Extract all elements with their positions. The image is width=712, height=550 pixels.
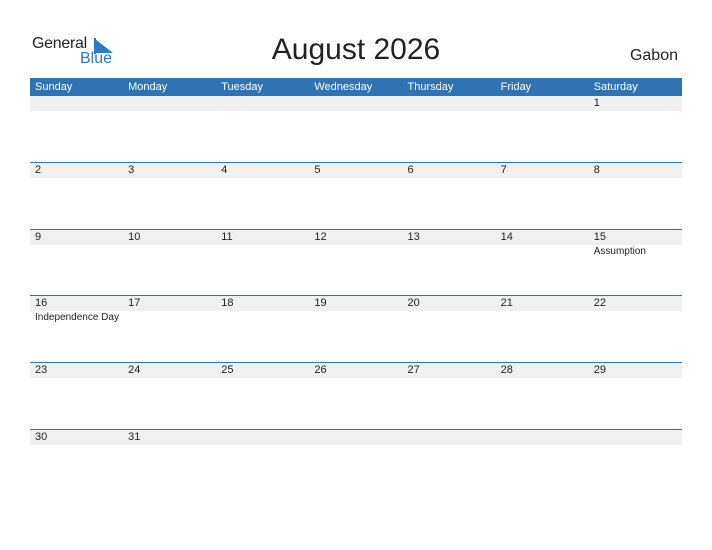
date-strip: 30 31 [30, 430, 682, 445]
week-row: 16 17 18 19 20 21 22 Independence Day [30, 295, 682, 325]
day-number: 20 [407, 297, 420, 309]
day-number: 5 [314, 164, 321, 176]
holiday-label [123, 245, 216, 259]
weekday-wednesday: Wednesday [314, 81, 373, 93]
day-number [216, 96, 309, 111]
day-number [309, 430, 402, 445]
day-number: 8 [593, 164, 600, 176]
date-strip: 2 3 4 5 6 7 8 [30, 163, 682, 178]
holiday-label [496, 311, 589, 325]
holiday-row: Assumption [30, 245, 682, 259]
week-row: 1 [30, 96, 682, 111]
holiday-label [403, 245, 496, 259]
page-title: August 2026 [271, 33, 441, 66]
day-number [403, 430, 496, 445]
day-number: 15 [593, 231, 606, 243]
holiday-label [309, 311, 402, 325]
holiday-label [30, 245, 123, 259]
day-number: 7 [500, 164, 507, 176]
weekday-tuesday: Tuesday [221, 81, 264, 93]
day-number [30, 96, 123, 111]
week-row: 30 31 [30, 429, 682, 445]
country-label: Gabon [629, 47, 678, 64]
weekday-thursday: Thursday [407, 81, 454, 93]
holiday-label: Assumption [593, 246, 646, 257]
week-row: 2 3 4 5 6 7 8 [30, 162, 682, 178]
holiday-label [216, 245, 309, 259]
day-number: 14 [500, 231, 513, 243]
day-number [589, 430, 682, 445]
weekday-header: Sunday Monday Tuesday Wednesday Thursday… [30, 78, 682, 96]
day-number: 11 [221, 231, 233, 243]
day-number: 2 [35, 164, 42, 176]
date-strip: 16 17 18 19 20 21 22 [30, 296, 682, 311]
day-number: 1 [593, 97, 600, 109]
day-number: 18 [221, 297, 234, 309]
day-number: 28 [500, 364, 513, 376]
day-number: 16 [35, 297, 48, 309]
day-number [309, 96, 402, 111]
holiday-row: Independence Day [30, 311, 682, 325]
day-number: 22 [593, 297, 606, 309]
day-number [216, 430, 309, 445]
day-number [496, 430, 589, 445]
date-strip: 1 [30, 96, 682, 111]
holiday-label: Independence Day [35, 312, 119, 323]
day-number [403, 96, 496, 111]
week-row: 23 24 25 26 27 28 29 [30, 362, 682, 378]
day-number: 6 [407, 164, 414, 176]
week-row: 9 10 11 12 13 14 15 Assumption [30, 229, 682, 259]
holiday-label [589, 311, 682, 325]
day-number: 17 [128, 297, 141, 309]
day-number: 10 [128, 231, 141, 243]
day-number: 4 [221, 164, 228, 176]
weekday-friday: Friday [500, 81, 532, 93]
day-number: 3 [128, 164, 135, 176]
holiday-label [309, 245, 402, 259]
day-number [496, 96, 589, 111]
day-number: 24 [128, 364, 141, 376]
day-number [123, 96, 216, 111]
day-number: 26 [314, 364, 327, 376]
weekday-saturday: Saturday [593, 81, 638, 93]
day-number: 30 [35, 431, 48, 443]
date-strip: 23 24 25 26 27 28 29 [30, 363, 682, 378]
day-number: 21 [500, 297, 513, 309]
holiday-label [496, 245, 589, 259]
day-number: 13 [407, 231, 420, 243]
holiday-label [216, 311, 309, 325]
holiday-label [123, 311, 216, 325]
day-number: 19 [314, 297, 327, 309]
holiday-label [403, 311, 496, 325]
day-number: 25 [221, 364, 234, 376]
day-number: 12 [314, 231, 327, 243]
day-number: 23 [35, 364, 48, 376]
weekday-monday: Monday [128, 81, 168, 93]
date-strip: 9 10 11 12 13 14 15 [30, 230, 682, 245]
weekday-sunday: Sunday [35, 81, 73, 93]
day-number: 31 [128, 431, 141, 443]
day-number: 27 [407, 364, 420, 376]
day-number: 9 [35, 231, 42, 243]
day-number: 29 [593, 364, 606, 376]
